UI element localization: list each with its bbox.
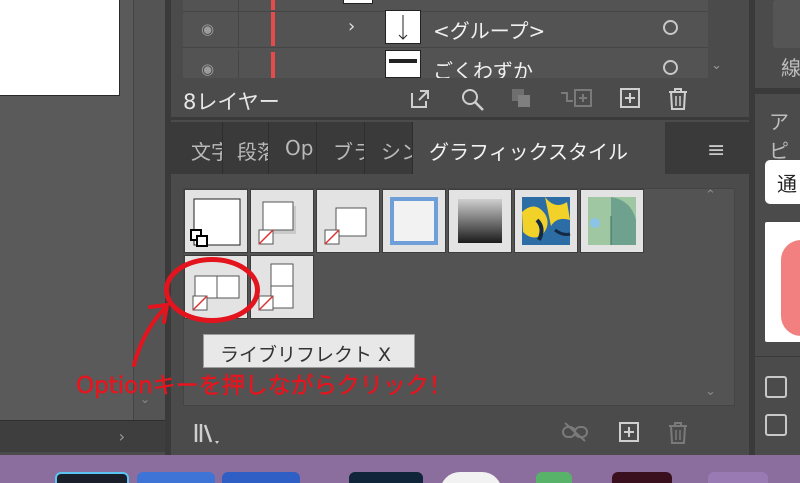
new-style-icon[interactable] [618,421,640,448]
preview-thumbnail [765,222,800,342]
layers-list: ◉ ◉ › <グループ> ◉ [183,0,708,88]
appearance-tab-label[interactable]: アピ [769,106,800,164]
layer-count-label: 8レイヤー [183,90,280,114]
chevron-right-icon[interactable]: › [119,427,125,446]
dock-app-icon[interactable] [137,472,215,483]
trash-icon[interactable] [667,421,689,450]
layer-color-bar [271,12,275,46]
layer-color-bar [271,0,275,10]
swatch-default-style[interactable] [184,189,248,253]
layers-footer: 8レイヤー [171,78,749,120]
stroke-card[interactable] [773,0,800,48]
panel-menu-icon[interactable]: ≡ [707,138,725,163]
dock-app-icon[interactable] [349,472,423,483]
annotation-text: Optionキーを押しながらクリック！ [76,373,452,399]
right-panel: 線 アピ 通 [749,0,800,455]
eye-icon[interactable]: ◉ [201,60,214,78]
graphic-styles-footer [171,412,749,455]
tab-symbols[interactable]: シン [365,122,413,174]
layer-thumbnail [343,0,373,4]
swatch-yellow-blue-pattern[interactable] [514,189,578,253]
layer-thumbnail [385,50,421,78]
collect-icon[interactable] [510,87,532,114]
expand-arrow-icon[interactable]: › [348,16,355,37]
artboard[interactable] [0,0,120,96]
swatch-drop-shadow[interactable] [250,189,314,253]
target-circle-icon[interactable] [663,60,678,75]
swatch-gradient[interactable] [448,189,512,253]
canvas-bottom-bar: › [0,420,165,452]
eye-icon[interactable]: ◉ [201,20,214,38]
tab-graphic-styles[interactable]: グラフィックスタイル [413,122,665,174]
dock-app-icon[interactable] [55,472,129,483]
swatch-offset-shadow[interactable] [316,189,380,253]
new-layer-icon[interactable] [619,87,641,114]
preview-shape [781,240,800,336]
target-circle-icon[interactable] [663,20,678,35]
tab-opentype[interactable]: Op [269,122,317,174]
dock-app-icon[interactable] [536,472,572,483]
dock [0,455,800,483]
option-checkbox[interactable] [765,376,787,398]
blend-mode-select[interactable]: 通 [765,160,800,204]
move-to-icon[interactable] [559,87,593,114]
dock-app-icon[interactable] [222,472,300,483]
swatch-green-shapes[interactable] [580,189,644,253]
unlink-icon[interactable] [561,421,589,448]
annotation-arrow [132,303,169,367]
search-icon[interactable] [460,87,486,118]
chevron-down-icon[interactable]: ⌄ [711,58,722,73]
dock-app-icon[interactable] [440,472,502,483]
eye-icon[interactable]: ◉ [201,0,214,2]
layer-thumbnail [385,10,421,44]
tab-paragraph[interactable]: 段落 [223,122,269,174]
trash-icon[interactable] [667,87,689,116]
option-checkbox[interactable] [765,414,787,436]
dock-app-icon[interactable] [612,472,672,483]
tab-character[interactable]: 文字 [171,122,223,174]
layer-row-group[interactable]: ◉ › <グループ> [183,10,708,48]
chevron-down-icon[interactable]: ⌄ [705,384,716,399]
tooltip: ライブリフレクト X [203,334,415,368]
dock-app-icon[interactable] [708,472,768,483]
layer-name[interactable]: <グループ> [433,15,545,44]
layers-panel: ◉ ◉ › <グループ> ◉ [171,0,749,120]
panel-tab-bar: 文字 段落 Op ブラ シン グラフィックスタイル ≡ [171,122,749,174]
tab-brushes[interactable]: ブラ [317,122,365,174]
stroke-label: 線 [781,56,800,80]
swatch-blue-frame[interactable] [382,189,446,253]
export-icon[interactable] [408,87,432,116]
chevron-up-icon[interactable]: ⌃ [705,188,716,203]
library-icon[interactable] [193,421,223,450]
